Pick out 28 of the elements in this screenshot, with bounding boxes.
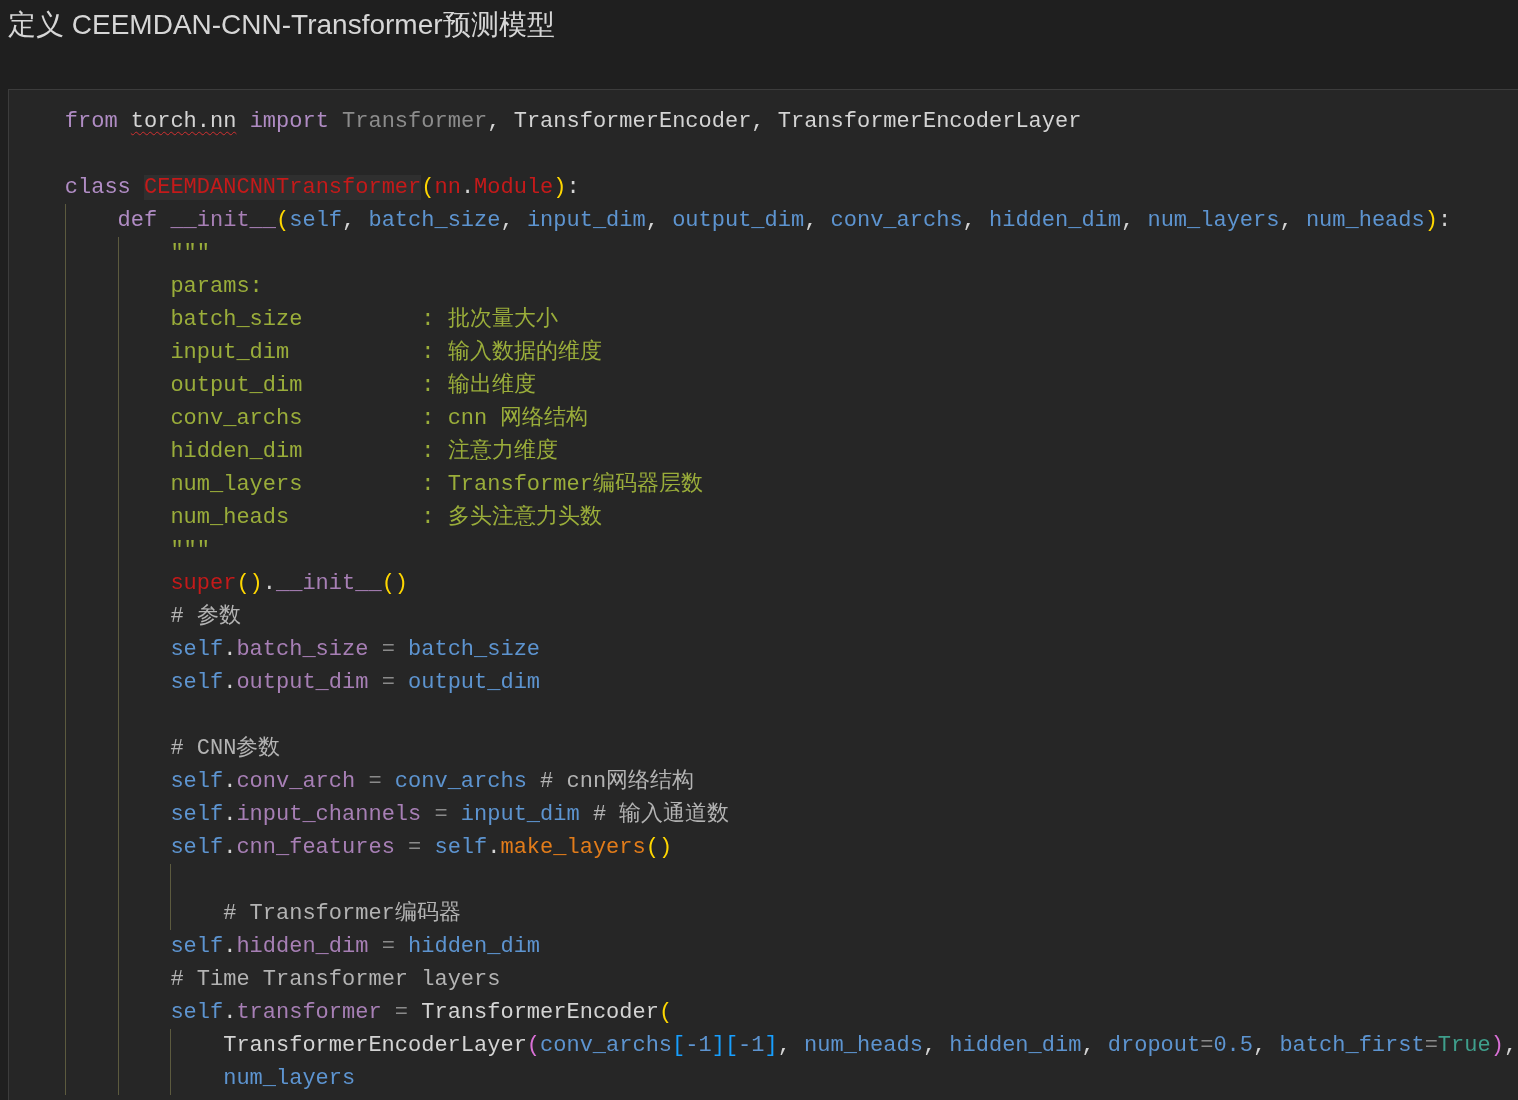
code-line: from torch.nn import Transformer, TransformerEncoder, TransformerEncoderLayer — [64, 108, 1082, 136]
code-line: hidden_dim : 注意力维度 — [170, 437, 558, 466]
code-line: self.output_dim = output_dim — [170, 669, 541, 697]
code-line: self.hidden_dim = hidden_dim — [170, 933, 541, 961]
code-line: class CEEMDANCNNTransformer(nn.Module): — [64, 174, 580, 202]
code-line: """ — [170, 240, 210, 268]
code-line: self.cnn_features = self.make_layers() — [170, 834, 673, 862]
code-line: # 参数 — [170, 603, 241, 631]
code-line: # Transformer编码器 — [223, 900, 461, 928]
code-line: def __init__(self, batch_size, input_dim, output_dim, conv_archs, hidden_dim, num_layers, num_heads): — [117, 207, 1452, 235]
code-line: self.batch_size = batch_size — [170, 636, 541, 664]
code-line: # CNN参数 — [170, 735, 281, 763]
cell-heading: 定义 CEEMDAN-CNN-Transformer预测模型 — [7, 8, 555, 42]
code-line: num_heads : 多头注意力头数 — [170, 503, 602, 532]
code-line: conv_archs : cnn 网络结构 — [170, 405, 589, 433]
code-line: num_layers — [223, 1065, 356, 1093]
code-line: """ — [170, 537, 210, 565]
code-line: params: — [170, 273, 263, 301]
code-line: TransformerEncoderLayer(conv_archs[-1][-1], num_heads, hidden_dim, dropout=0.5, batch_first=True), — [223, 1032, 1518, 1060]
code-line: # Time Transformer layers — [170, 966, 501, 994]
code-line: self.conv_arch = conv_archs # cnn网络结构 — [170, 768, 695, 796]
code-line: batch_size : 批次量大小 — [170, 306, 558, 334]
code-line: num_layers : Transformer编码器层数 — [170, 471, 703, 499]
code-line: super().__init__() — [170, 570, 409, 598]
code-line: input_dim : 输入数据的维度 — [170, 338, 602, 367]
code-line: self.input_channels = input_dim # 输入通道数 — [170, 800, 730, 829]
code-line: output_dim : 输出维度 — [170, 371, 536, 400]
code-line: self.transformer = TransformerEncoder( — [170, 999, 673, 1027]
